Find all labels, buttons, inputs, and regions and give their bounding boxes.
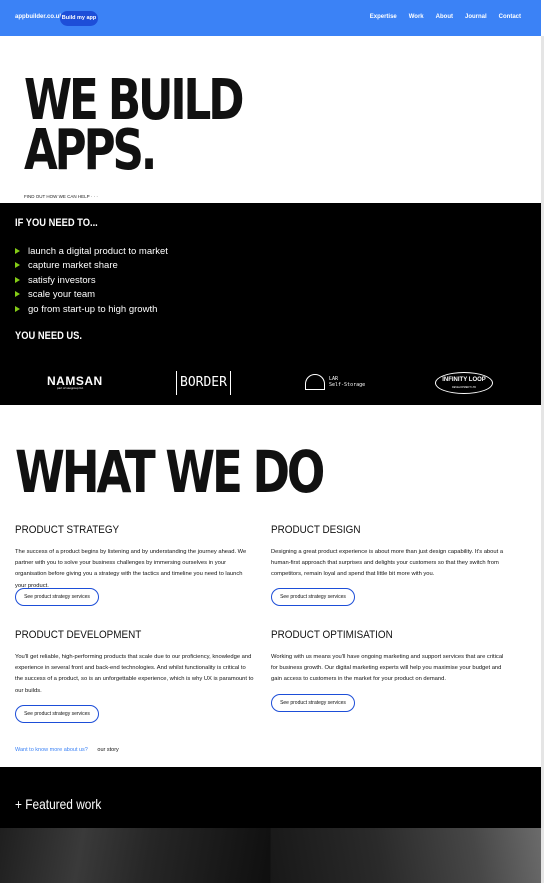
featured-work-section: + Featured work (0, 767, 541, 828)
service-description: Working with us means you'll have ongoin… (271, 654, 504, 683)
nav-link-work[interactable]: Work (409, 14, 424, 20)
need-item-text: scale your team (28, 289, 96, 301)
service-product-strategy: PRODUCT STRATEGY The success of a produc… (15, 524, 255, 606)
our-story-link[interactable]: our story (97, 747, 118, 753)
nav-link-expertise[interactable]: Expertise (370, 14, 397, 20)
service-title: PRODUCT OPTIMISATION (271, 629, 393, 641)
service-title: PRODUCT DESIGN (271, 524, 361, 536)
service-product-development: PRODUCT DEVELOPMENT You'll get reliable,… (15, 629, 255, 723)
list-item: go from start-up to high growth (15, 303, 168, 317)
top-navigation-bar: appbuilder.co.uk Build my app Expertise … (0, 0, 541, 36)
service-description: You'll get reliable, high-performing pro… (15, 654, 254, 694)
find-out-how-link[interactable]: FIND OUT HOW WE CAN HELP · · · (24, 194, 98, 199)
service-product-design: PRODUCT DESIGN Designing a great product… (271, 524, 511, 606)
lar-logo-text: LAR Self-Storage (329, 376, 365, 388)
service-title: PRODUCT STRATEGY (15, 524, 120, 536)
see-services-button[interactable]: See product strategy services (271, 694, 355, 712)
you-need-us-section: IF YOU NEED TO... launch a digital produ… (0, 203, 541, 405)
featured-work-gallery (0, 828, 541, 883)
list-item: capture market share (15, 259, 168, 273)
triangle-bullet-icon (15, 262, 20, 269)
need-answer: YOU NEED US. (15, 330, 83, 342)
main-menu: Expertise Work About Journal Contact (370, 14, 521, 20)
nav-link-journal[interactable]: Journal (465, 14, 487, 20)
triangle-bullet-icon (15, 248, 20, 254)
need-item-text: satisfy investors (28, 274, 96, 286)
triangle-bullet-icon (15, 305, 20, 312)
site-logo-link[interactable]: appbuilder.co.uk (15, 14, 63, 20)
hero-heading-line-2: APPS. (24, 118, 157, 183)
triangle-bullet-icon (15, 291, 20, 298)
hero-heading: WE BUILD APPS. (24, 73, 244, 183)
list-item: launch a digital product to market (15, 245, 168, 259)
list-item: satisfy investors (15, 274, 168, 288)
lar-self-storage-logo: LAR Self-Storage (305, 374, 365, 390)
see-services-button[interactable]: See product strategy services (15, 705, 99, 723)
border-logo: BORDER (176, 371, 231, 395)
infinity-loop-logo-subtext: DEVELOPMENT LTD (451, 386, 477, 389)
infinity-loop-logo: INFINITY LOOP DEVELOPMENT LTD (435, 372, 493, 394)
service-description: The success of a product begins by liste… (15, 549, 247, 589)
need-item-text: go from start-up to high growth (28, 303, 158, 315)
client-logos: NAMSAN part of ssogroup ltd. BORDER LAR … (0, 371, 541, 397)
triangle-bullet-icon (15, 276, 20, 283)
nav-link-about[interactable]: About (436, 14, 453, 20)
namsan-logo: NAMSAN part of ssogroup ltd. (47, 374, 103, 390)
featured-work-image[interactable] (271, 828, 541, 883)
need-item-text: capture market share (28, 260, 118, 272)
service-description: Designing a great product experience is … (271, 549, 504, 578)
see-services-button[interactable]: See product strategy services (271, 588, 355, 606)
featured-work-heading[interactable]: + Featured work (15, 796, 101, 812)
need-item-text: launch a digital product to market (28, 246, 168, 257)
know-more-row: Want to know more about us? our story (15, 747, 119, 753)
service-title: PRODUCT DEVELOPMENT (15, 629, 142, 641)
see-services-button[interactable]: See product strategy services (15, 588, 99, 606)
nav-link-contact[interactable]: Contact (499, 14, 521, 20)
lar-logo-line-2: Self-Storage (329, 382, 366, 388)
featured-work-image[interactable] (0, 828, 270, 883)
build-my-app-button[interactable]: Build my app (60, 11, 98, 26)
infinity-loop-logo-text: INFINITY LOOP (442, 377, 486, 383)
know-more-question[interactable]: Want to know more about us? (15, 747, 88, 753)
list-item: scale your team (15, 288, 168, 302)
need-list: launch a digital product to market captu… (15, 245, 168, 317)
what-we-do-heading: WHAT WE DO (15, 438, 325, 506)
service-product-optimisation: PRODUCT OPTIMISATION Working with us mea… (271, 629, 511, 712)
storage-unit-icon (305, 374, 325, 390)
need-heading: IF YOU NEED TO... (15, 217, 98, 229)
